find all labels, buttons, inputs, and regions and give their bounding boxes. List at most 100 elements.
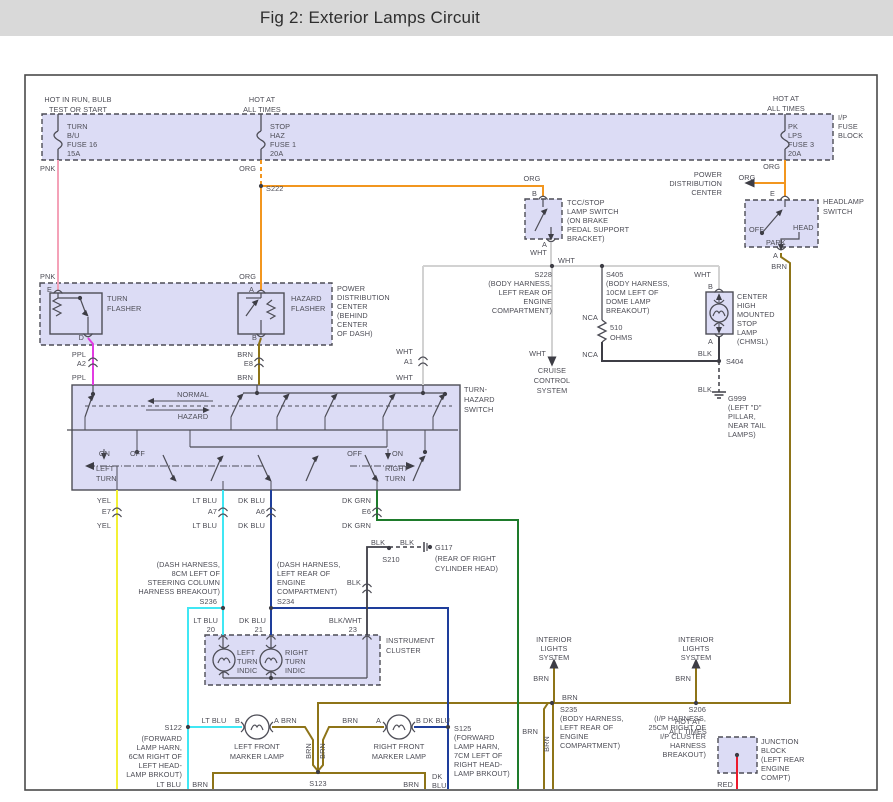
label-e7: E7 xyxy=(102,507,111,516)
label-turn: TURN xyxy=(285,657,306,666)
label-dk-grn: DK GRN xyxy=(342,521,371,530)
label-breakout: BREAKOUT) xyxy=(606,306,649,315)
label-hot-at: HOT AT xyxy=(249,95,276,104)
label-center: CENTER xyxy=(337,302,368,311)
label-e8: E8 xyxy=(244,359,253,368)
label-center: CENTER xyxy=(691,188,722,197)
label-wht: WHT xyxy=(694,270,711,279)
label-on: ON xyxy=(99,449,110,458)
junction-dot xyxy=(386,545,392,551)
label-brn: BRN xyxy=(304,743,313,759)
label-engine: ENGINE xyxy=(560,732,589,741)
label-red: RED xyxy=(717,780,733,789)
label-e: E xyxy=(47,285,52,294)
label-hot-at: HOT AT xyxy=(773,94,800,103)
label-s234: S234 xyxy=(277,597,294,606)
label-yel: YEL xyxy=(97,521,111,530)
label-harness: HARNESS xyxy=(670,741,706,750)
label-right: RIGHT xyxy=(385,464,409,473)
label-wht: WHT xyxy=(396,347,413,356)
label-fuse-16: FUSE 16 xyxy=(67,140,97,149)
junction-dot xyxy=(258,183,264,189)
label-lt-blu: LT BLU xyxy=(156,780,181,789)
label-s210: S210 xyxy=(382,555,399,564)
label-mounted: MOUNTED xyxy=(737,310,775,319)
label-stop: STOP xyxy=(270,122,290,131)
label-a: A xyxy=(249,285,254,294)
label-flasher: FLASHER xyxy=(291,304,325,313)
label-interior: INTERIOR xyxy=(678,635,714,644)
label-wht: WHT xyxy=(530,248,547,257)
label-b: B xyxy=(532,189,537,198)
label-brn: BRN xyxy=(562,693,578,702)
label-s405: S405 xyxy=(606,270,623,279)
label-org: ORG xyxy=(524,174,541,183)
label-headlamp: HEADLAMP xyxy=(823,197,864,206)
label-left: LEFT xyxy=(237,648,256,657)
label-23: 23 xyxy=(349,625,357,634)
label-block: BLOCK xyxy=(838,131,863,140)
label-left-rear-of: LEFT REAR OF xyxy=(499,288,553,297)
junction-dot xyxy=(315,769,321,775)
label-e: E xyxy=(770,189,775,198)
label-a1: A1 xyxy=(404,357,413,366)
label-dk-blu: DK BLU xyxy=(239,616,266,625)
label-system: SYSTEM xyxy=(681,653,712,662)
label-harness-breakout: HARNESS BREAKOUT) xyxy=(138,587,220,596)
junction-dot xyxy=(549,700,555,706)
label-blk: BLK xyxy=(698,385,712,394)
label-distribution: DISTRIBUTION xyxy=(337,293,390,302)
label-forward: (FORWARD xyxy=(141,734,182,743)
label-brn: BRN xyxy=(522,727,538,736)
label-right-head: RIGHT HEAD- xyxy=(454,760,503,769)
label-brn: BRN xyxy=(771,262,787,271)
label-blk: BLK xyxy=(347,578,361,587)
label-brn: BRN xyxy=(342,716,358,725)
label-10cm-left-of: 10CM LEFT OF xyxy=(606,288,659,297)
label-off: OFF xyxy=(130,449,145,458)
label-center: CENTER xyxy=(337,320,368,329)
label-blk-wht: BLK/WHT xyxy=(329,616,363,625)
label-pnk: PNK xyxy=(40,272,55,281)
junction-dot xyxy=(599,263,605,269)
label-dk-grn: DK GRN xyxy=(342,496,371,505)
label-hot-in-run-bulb: HOT IN RUN, BULB xyxy=(44,95,111,104)
label-power: POWER xyxy=(694,170,722,179)
label-a: A xyxy=(773,251,778,260)
label-all-times: ALL TIMES xyxy=(767,104,805,113)
label-nca: NCA xyxy=(582,350,598,359)
label-dome-lamp: DOME LAMP xyxy=(606,297,651,306)
label-turn: TURN xyxy=(96,474,117,483)
bulb-filament-icon xyxy=(392,724,406,731)
label-7cm-left-of: 7CM LEFT OF xyxy=(454,751,503,760)
label-b: B xyxy=(416,716,421,725)
label-engine: ENGINE xyxy=(277,578,306,587)
label-engine: ENGINE xyxy=(761,764,790,773)
label-head: HEAD xyxy=(793,223,814,232)
label-brn: BRN xyxy=(192,780,208,789)
label-lamp-switch: LAMP SWITCH xyxy=(567,207,619,216)
label-turn: TURN xyxy=(67,122,88,131)
label-cluster: CLUSTER xyxy=(386,646,421,655)
label-pedal-support: PEDAL SUPPORT xyxy=(567,225,630,234)
junction-dot xyxy=(422,449,428,455)
label-haz: HAZ xyxy=(270,131,285,140)
label-system: SYSTEM xyxy=(539,653,570,662)
junction-dot xyxy=(549,263,555,269)
label-lamps: LAMPS) xyxy=(728,430,756,439)
label-turn: TURN xyxy=(237,657,258,666)
label-s235: S235 xyxy=(560,705,577,714)
label-blk: BLK xyxy=(698,349,712,358)
junction-dot xyxy=(220,605,226,611)
label-ohms: OHMS xyxy=(610,333,632,342)
label-s222: S222 xyxy=(266,184,283,193)
label-off: OFF xyxy=(749,225,764,234)
label-rear-of-right: (REAR OF RIGHT xyxy=(435,554,496,563)
label-dash-harness: (DASH HARNESS, xyxy=(277,560,340,569)
label-20a: 20A xyxy=(270,149,283,158)
label-normal: NORMAL xyxy=(177,390,209,399)
label-forward: (FORWARD xyxy=(454,733,495,742)
label-flasher: FLASHER xyxy=(107,304,141,313)
label-on-brake: (ON BRAKE xyxy=(567,216,608,225)
label-instrument: INSTRUMENT xyxy=(386,636,435,645)
